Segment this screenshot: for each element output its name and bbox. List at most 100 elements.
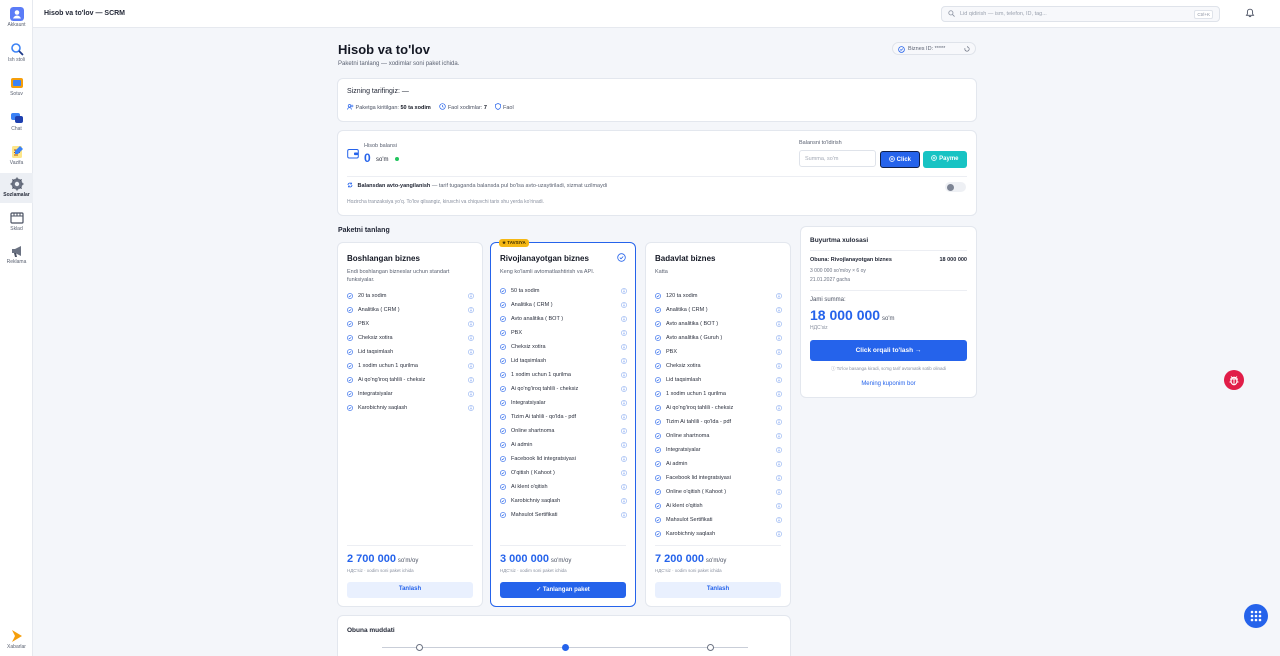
check-icon: [500, 456, 506, 462]
plan-card-starter[interactable]: Boshlangan biznes Endi boshlangan biznesl…: [337, 242, 483, 607]
sidebar-item-desktop[interactable]: Ish stoli: [0, 38, 33, 68]
feature-label: Facebook lid integratsiyasi: [511, 456, 576, 462]
sidebar-item-warehouse[interactable]: Sklad: [0, 207, 33, 237]
info-icon[interactable]: [776, 419, 782, 425]
dialpad-button[interactable]: [1244, 604, 1268, 628]
bell-icon[interactable]: [1245, 8, 1255, 18]
info-icon[interactable]: [776, 377, 782, 383]
plan-card-growing[interactable]: ★ TAVSIYA Rivojlanayotgan biznes Keng ko'l…: [490, 239, 636, 607]
sidebar-item-settings[interactable]: Sozlamalar: [0, 173, 33, 203]
search-input[interactable]: Lid qidirish — ism, telefon, ID, tag... …: [941, 6, 1220, 22]
chat-icon: [10, 113, 23, 123]
plan-price: 2 700 000 so'm/oy: [347, 553, 418, 565]
info-icon[interactable]: [621, 512, 627, 518]
auto-renew-toggle[interactable]: [945, 182, 966, 192]
coupon-link[interactable]: Mening kuponim bor: [801, 381, 976, 387]
info-icon[interactable]: [621, 414, 627, 420]
summary-note: ⓘ To'lov basanga kiradi, so'ng tarif avt…: [831, 366, 946, 371]
info-icon[interactable]: [621, 316, 627, 322]
divider: [347, 176, 967, 177]
duration-stop[interactable]: [416, 644, 423, 651]
check-icon: [655, 349, 661, 355]
info-icon[interactable]: [776, 349, 782, 355]
sidebar-item-chat[interactable]: Chat: [0, 107, 33, 137]
feature-label: 20 ta xodim: [358, 293, 387, 299]
duration-stop[interactable]: [707, 644, 714, 651]
info-icon[interactable]: [621, 372, 627, 378]
sidebar-item-sales[interactable]: Sotuv: [0, 72, 33, 102]
info-icon[interactable]: [468, 405, 474, 411]
info-icon[interactable]: [776, 391, 782, 397]
plan-price: 3 000 000 so'm/oy: [500, 553, 571, 565]
sidebar-item-messages[interactable]: Xabarlar: [0, 625, 33, 655]
check-icon: [500, 414, 506, 420]
feature-label: Analitika ( CRM ): [358, 307, 400, 313]
feature-list: 120 ta xodim Analitika ( CRM ) Avto analit…: [655, 293, 782, 545]
plan-price: 7 200 000 so'm/oy: [655, 553, 726, 565]
tariff-employees-value: 50 ta xodim: [400, 105, 431, 111]
info-icon[interactable]: [468, 307, 474, 313]
info-icon[interactable]: [468, 363, 474, 369]
info-icon[interactable]: [776, 475, 782, 481]
info-icon[interactable]: [621, 498, 627, 504]
info-icon[interactable]: [621, 358, 627, 364]
info-icon[interactable]: [468, 349, 474, 355]
info-icon[interactable]: [776, 293, 782, 299]
info-icon[interactable]: [776, 461, 782, 467]
info-icon[interactable]: [776, 531, 782, 537]
plan-select-button[interactable]: Tanlash: [347, 582, 473, 598]
info-icon[interactable]: [621, 456, 627, 462]
info-icon[interactable]: [621, 428, 627, 434]
feature-item: Avto analitika ( Guruh ): [655, 335, 782, 349]
info-icon[interactable]: [468, 391, 474, 397]
duration-stop[interactable]: [562, 644, 569, 651]
info-icon[interactable]: [621, 442, 627, 448]
info-icon[interactable]: [776, 447, 782, 453]
plan-select-button[interactable]: Tanlash: [655, 582, 781, 598]
topup-amount-field[interactable]: Summa, so'm: [799, 150, 876, 167]
check-icon: [655, 293, 661, 299]
click-button[interactable]: Click: [880, 151, 920, 168]
check-icon: [500, 512, 506, 518]
feature-item: Lid taqsimlash: [500, 358, 627, 372]
sidebar-item-ads[interactable]: Reklama: [0, 240, 33, 270]
feature-list: 50 ta xodim Analitika ( CRM ) Avto analiti…: [500, 288, 627, 526]
info-icon[interactable]: [621, 400, 627, 406]
messages-icon: [11, 630, 22, 642]
info-icon[interactable]: [776, 363, 782, 369]
info-icon[interactable]: [621, 330, 627, 336]
info-icon[interactable]: [776, 335, 782, 341]
info-icon[interactable]: [621, 386, 627, 392]
info-icon[interactable]: [776, 307, 782, 313]
check-icon: [655, 475, 661, 481]
info-icon[interactable]: [621, 302, 627, 308]
sidebar-item-task[interactable]: Vazifa: [0, 141, 33, 171]
info-icon[interactable]: [776, 503, 782, 509]
sidebar-item-account[interactable]: Akkaunt: [0, 3, 33, 33]
feature-item: Ai qo'ng'iroq tahlili - cheksiz: [500, 386, 627, 400]
info-icon[interactable]: [776, 405, 782, 411]
sidebar-item-label: Vazifa: [9, 160, 24, 166]
summary-calculation: 3 000 000 so'm/oy × 6 oy: [810, 268, 866, 274]
search-placeholder: Lid qidirish — ism, telefon, ID, tag...: [960, 11, 1047, 17]
info-icon[interactable]: [621, 344, 627, 350]
info-icon[interactable]: [776, 433, 782, 439]
info-icon[interactable]: [776, 517, 782, 523]
info-icon[interactable]: [621, 484, 627, 490]
info-icon[interactable]: [621, 470, 627, 476]
info-icon[interactable]: [776, 321, 782, 327]
refresh-icon[interactable]: [964, 46, 970, 52]
feature-item: Integratsiyalar: [347, 391, 474, 405]
plan-card-enterprise[interactable]: Badavlat biznes Katta 120 ta xodim Analitik…: [645, 242, 791, 607]
business-id-chip[interactable]: Biznes ID: *****: [892, 42, 976, 55]
info-icon[interactable]: [621, 288, 627, 294]
info-icon[interactable]: [468, 377, 474, 383]
bug-report-button[interactable]: [1224, 370, 1244, 390]
info-icon[interactable]: [468, 321, 474, 327]
plan-select-button[interactable]: ✓ Tanlangan paket: [500, 582, 626, 598]
pay-with-click-button[interactable]: Click orqali to'lash →: [810, 340, 967, 361]
info-icon[interactable]: [468, 335, 474, 341]
info-icon[interactable]: [776, 489, 782, 495]
payme-button[interactable]: Payme: [923, 151, 967, 168]
info-icon[interactable]: [468, 293, 474, 299]
